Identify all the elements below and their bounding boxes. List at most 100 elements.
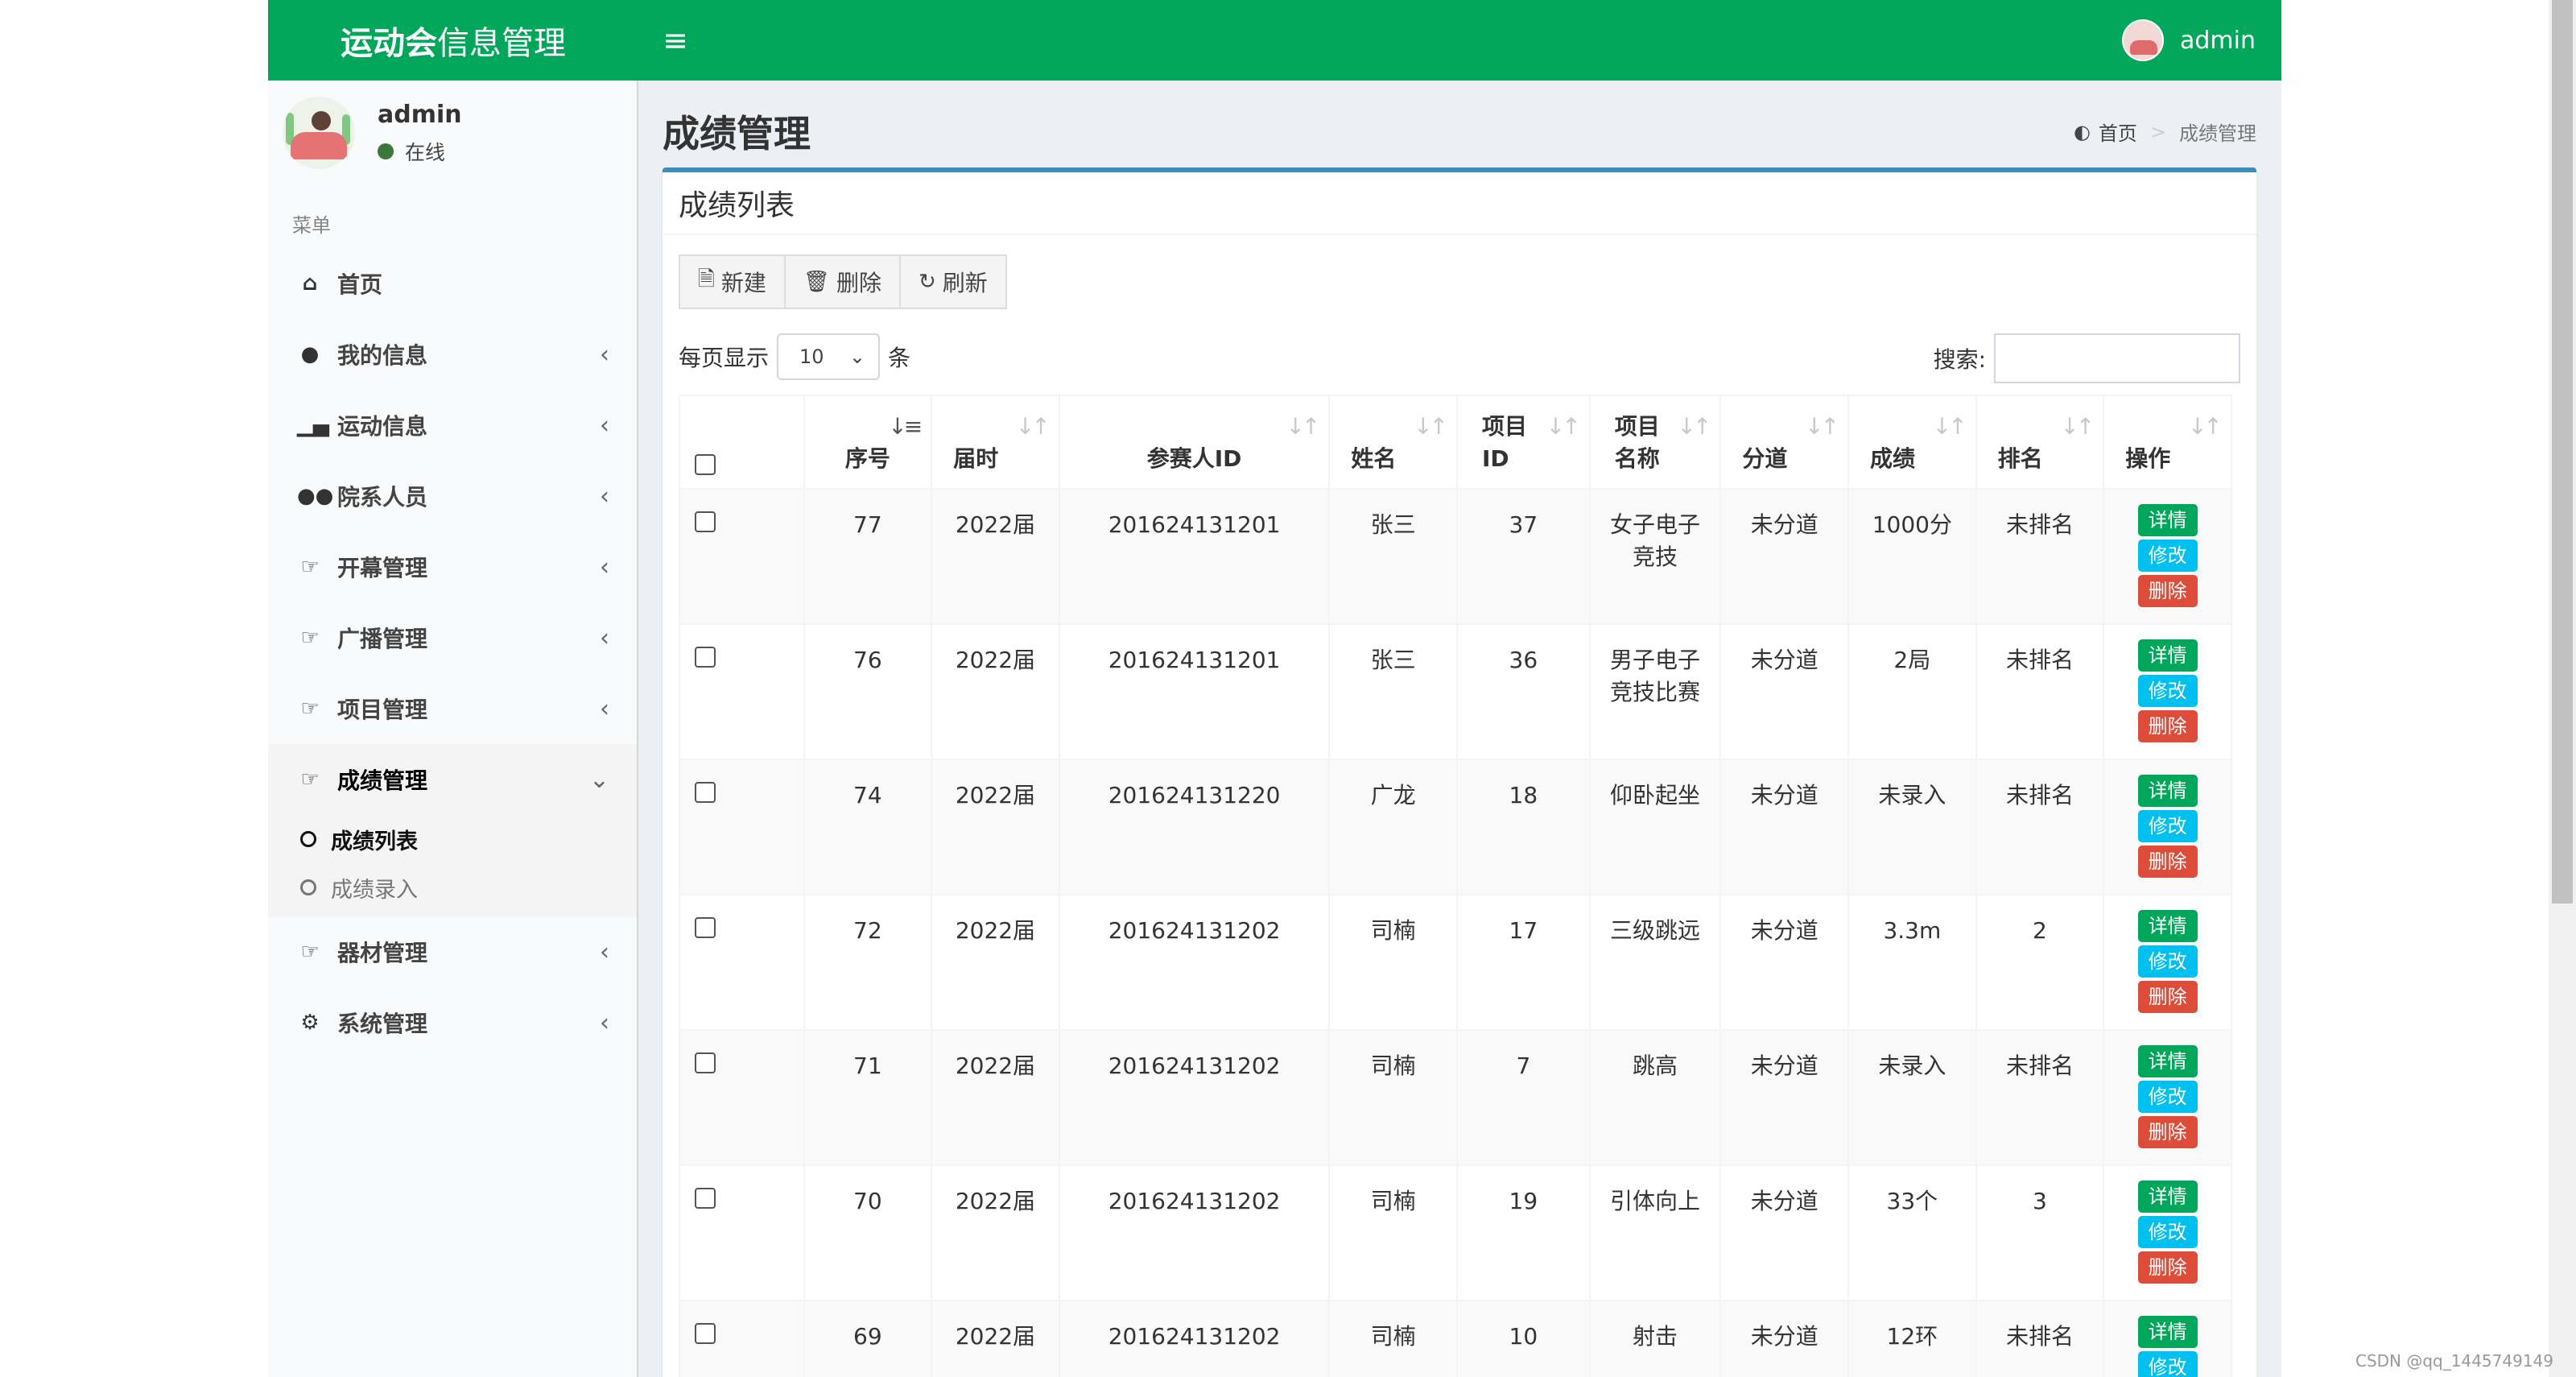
row-checkbox[interactable] — [695, 1052, 716, 1073]
sidebar-item-scores[interactable]: ☞ 成绩管理 ⌄ — [268, 744, 637, 815]
column-header[interactable]: 参赛人ID ↓↑ — [1058, 395, 1331, 490]
row-checkbox[interactable] — [695, 1323, 716, 1344]
table-cell: 2022届 — [931, 759, 1060, 895]
column-header-label: 操作 — [2125, 445, 2171, 472]
chevron-left-icon: ‹ — [600, 411, 609, 440]
delete-row-button[interactable]: 删除 — [2137, 575, 2198, 607]
submenu-item-score-list[interactable]: 成绩列表 — [268, 815, 637, 863]
online-status-label: 在线 — [405, 140, 446, 164]
column-header[interactable]: 姓名 ↓↑ — [1328, 395, 1458, 490]
delete-row-button[interactable]: 删除 — [2137, 981, 2198, 1013]
user-panel: admin 在线 — [268, 81, 637, 185]
table-cell: 18 — [1456, 759, 1591, 895]
new-button[interactable]: 🗎 新建 — [679, 254, 786, 309]
edit-button[interactable]: 修改 — [2137, 540, 2198, 572]
sidebar-item-system[interactable]: ⚙ 系统管理 ‹ — [268, 987, 637, 1058]
row-checkbox[interactable] — [695, 511, 716, 532]
chevron-left-icon: ‹ — [600, 937, 609, 966]
column-header[interactable]: 操作 ↓↑ — [2103, 395, 2232, 490]
online-status: 在线 — [378, 137, 462, 166]
sidebar-item-label: 首页 — [337, 271, 383, 298]
table-cell: 2022届 — [931, 623, 1060, 760]
edit-button[interactable]: 修改 — [2137, 810, 2198, 842]
detail-button[interactable]: 详情 — [2137, 639, 2198, 672]
submenu-item-score-entry[interactable]: 成绩录入 — [268, 863, 637, 912]
sidebar-toggle-button[interactable]: ≡ — [654, 19, 696, 61]
column-header-label: 序号 — [844, 445, 890, 472]
table-cell: 女子电子竞技 — [1588, 488, 1722, 625]
detail-button[interactable]: 详情 — [2137, 504, 2198, 536]
delete-row-button[interactable]: 删除 — [2137, 846, 2198, 878]
detail-button[interactable]: 详情 — [2137, 1181, 2198, 1213]
row-checkbox[interactable] — [695, 782, 716, 803]
search-input[interactable] — [1994, 333, 2240, 383]
dashboard-icon: ◐ — [2073, 120, 2091, 143]
delete-row-button[interactable]: 删除 — [2137, 1116, 2198, 1148]
chevron-down-icon: ⌄ — [848, 345, 866, 368]
detail-button[interactable]: 详情 — [2137, 910, 2198, 942]
chevron-down-icon: ⌄ — [588, 765, 609, 794]
app-frame: 运动会 信息管理 ≡ admin admin 在线 菜单 ⌂ 首页 ● 我的信息… — [268, 0, 2281, 1377]
sidebar-item-opening[interactable]: ☞ 开幕管理 ‹ — [268, 531, 637, 602]
edit-button[interactable]: 修改 — [2137, 945, 2198, 978]
edit-button[interactable]: 修改 — [2137, 675, 2198, 707]
row-checkbox[interactable] — [695, 647, 716, 668]
table-cell: 2022届 — [931, 1029, 1060, 1166]
table-cell: 201624131202 — [1058, 894, 1331, 1031]
sidebar-item-staff[interactable]: ●● 院系人员 ‹ — [268, 461, 637, 531]
sidebar-item-label: 运动信息 — [337, 413, 428, 440]
column-header[interactable]: 排名 ↓↑ — [1975, 395, 2105, 490]
scrollbar-thumb[interactable] — [2552, 0, 2573, 904]
column-header[interactable]: 序号 ↓≡ — [803, 395, 933, 490]
sort-icon: ↓↑ — [1805, 413, 1839, 440]
sort-icon: ↓↑ — [2060, 413, 2095, 440]
column-header[interactable]: 项目 名称 ↓↑ — [1588, 395, 1722, 490]
sidebar-item-sports-info[interactable]: ▁▄ 运动信息 ‹ — [268, 390, 637, 461]
detail-button[interactable]: 详情 — [2137, 1045, 2198, 1077]
sidebar-item-equipment[interactable]: ☞ 器材管理 ‹ — [268, 916, 637, 987]
sort-icon: ↓↑ — [2188, 413, 2223, 440]
breadcrumb-home-link[interactable]: 首页 — [2099, 118, 2137, 146]
refresh-button[interactable]: ↻ 刷新 — [900, 254, 1007, 309]
table-row: 70 2022届 201624131202 司楠 19 引体向上 未分道 33个 3 详情 修改 删除 — [679, 1164, 2232, 1301]
sidebar-item-projects[interactable]: ☞ 项目管理 ‹ — [268, 673, 637, 744]
page-length-select[interactable]: 10 ⌄ — [777, 333, 881, 380]
row-checkbox[interactable] — [695, 917, 716, 938]
sidebar-item-home[interactable]: ⌂ 首页 — [268, 248, 637, 319]
edit-button[interactable]: 修改 — [2137, 1081, 2198, 1113]
page-scrollbar[interactable] — [2549, 0, 2576, 1377]
sidebar-item-my-info[interactable]: ● 我的信息 ‹ — [268, 319, 637, 390]
delete-button-label: 删除 — [836, 270, 881, 296]
detail-button[interactable]: 详情 — [2137, 1316, 2198, 1348]
sidebar-avatar — [283, 97, 355, 169]
row-checkbox[interactable] — [695, 1188, 716, 1209]
breadcrumb-separator: > — [2149, 120, 2166, 143]
user-menu[interactable]: admin — [2096, 0, 2281, 81]
column-header[interactable]: 届时 ↓↑ — [931, 395, 1060, 490]
edit-button[interactable]: 修改 — [2137, 1216, 2198, 1248]
table-cell: 司楠 — [1328, 894, 1458, 1031]
hamburger-icon: ≡ — [663, 23, 688, 58]
app-logo[interactable]: 运动会 信息管理 — [268, 0, 638, 81]
edit-button[interactable]: 修改 — [2137, 1351, 2198, 1377]
column-header[interactable]: 分道 ↓↑ — [1719, 395, 1850, 490]
detail-button[interactable]: 详情 — [2137, 775, 2198, 807]
table-cell: 2022届 — [931, 894, 1060, 1031]
delete-button[interactable]: 🗑 删除 — [785, 254, 901, 309]
table-cell: 仰卧起坐 — [1588, 759, 1722, 895]
delete-row-button[interactable]: 删除 — [2137, 1251, 2198, 1284]
select-all-checkbox[interactable] — [695, 454, 716, 475]
column-header[interactable]: 成绩 ↓↑ — [1847, 395, 1977, 490]
refresh-icon: ↻ — [918, 270, 936, 294]
delete-row-button[interactable]: 删除 — [2137, 710, 2198, 742]
sidebar-item-broadcast[interactable]: ☞ 广播管理 ‹ — [268, 602, 637, 673]
column-header[interactable]: 项目 ID ↓↑ — [1456, 395, 1591, 490]
sort-icon: ↓↑ — [1677, 413, 1711, 440]
table-cell: 72 — [803, 894, 933, 1031]
table-cell: 司楠 — [1328, 1164, 1458, 1301]
table-cell: 引体向上 — [1588, 1164, 1722, 1301]
table-cell: 未分道 — [1719, 1300, 1850, 1377]
table-toolbar: 🗎 新建 🗑 删除 ↻ 刷新 — [679, 254, 1007, 309]
row-actions-cell: 详情修改删除 — [2103, 1164, 2232, 1301]
column-header-label: 参赛人ID — [1146, 445, 1242, 472]
